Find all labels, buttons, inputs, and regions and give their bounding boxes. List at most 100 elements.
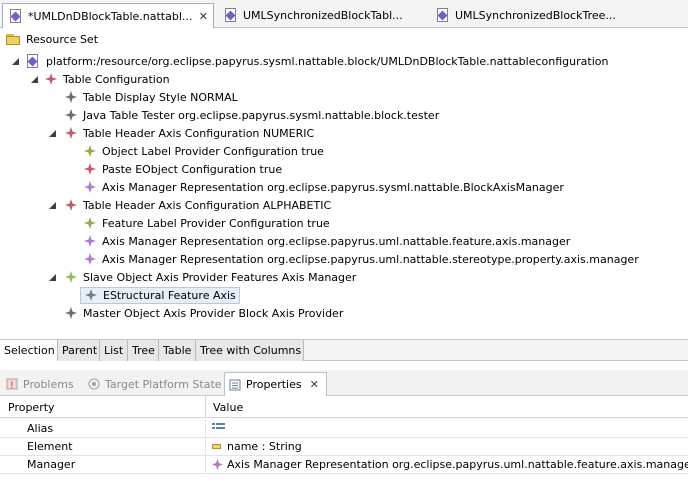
- tree-row-header-axis-alphabetic[interactable]: Table Header Axis Configuration ALPHABET…: [48, 196, 331, 214]
- column-header-label: Value: [213, 400, 244, 414]
- property-value-text: Axis Manager Representation org.eclipse.…: [227, 458, 688, 471]
- tree-item-label: Table Header Axis Configuration NUMERIC: [83, 126, 315, 140]
- tree-row-root[interactable]: platform:/resource/org.eclipse.papyrus.s…: [11, 52, 608, 70]
- view-tab-label: Problems: [23, 377, 74, 391]
- tree-item-label: Java Table Tester org.eclipse.papyrus.sy…: [83, 108, 440, 122]
- property-key: Manager: [27, 458, 76, 471]
- tree-item-label: Slave Object Axis Provider Features Axis…: [83, 270, 357, 284]
- folder-icon: [6, 33, 20, 45]
- expanded-twistie-icon[interactable]: [11, 57, 20, 66]
- properties-header: Property Value: [0, 396, 688, 418]
- tree-row-paste-eobject[interactable]: Paste EObject Configuration true: [84, 160, 282, 178]
- tree-row-master-object-axis-provider[interactable]: Master Object Axis Provider Block Axis P…: [65, 304, 343, 322]
- tree-row-table-configuration[interactable]: Table Configuration: [30, 70, 170, 88]
- tab-label: Tree with Columns: [200, 344, 302, 357]
- tab-label: Selection: [4, 343, 55, 357]
- view-tab-target-platform-state[interactable]: Target Platform State: [88, 372, 222, 396]
- tab-label: List: [104, 344, 124, 357]
- tree-row-axis-manager-stereotype[interactable]: Axis Manager Representation org.eclipse.…: [84, 250, 639, 268]
- tree-item-label: Table Configuration: [63, 72, 170, 86]
- expanded-twistie-icon[interactable]: [48, 201, 57, 210]
- tree-item-label: Table Header Axis Configuration ALPHABET…: [83, 198, 332, 212]
- paste-configuration-icon: [84, 163, 96, 175]
- target-platform-icon: [88, 378, 100, 390]
- view-tab-bar: ! Problems Target Platform State Propert…: [0, 370, 688, 396]
- view-tab-properties[interactable]: Properties ✕: [224, 372, 327, 396]
- tab-list[interactable]: List: [100, 340, 128, 361]
- feature-axis-icon: [85, 289, 97, 301]
- column-header-property[interactable]: Property: [8, 396, 205, 418]
- tree-item-label: Axis Manager Representation org.eclipse.…: [102, 234, 571, 248]
- axis-manager-icon: [84, 253, 96, 265]
- resource-set-header: Resource Set: [0, 28, 688, 50]
- resource-set-label: Resource Set: [26, 32, 99, 46]
- axis-configuration-icon: [65, 199, 77, 211]
- axis-provider-icon: [65, 307, 77, 319]
- editor-tab-umldndblocktable[interactable]: *UMLDnDBlockTable.nattabl... ✕: [2, 3, 214, 28]
- editor-tab-umlsynchronizedblocktree[interactable]: UMLSynchronizedBlockTree...: [430, 3, 630, 28]
- tree-item-label: Table Display Style NORMAL: [83, 90, 238, 104]
- attribute-icon: [212, 443, 221, 449]
- axis-configuration-icon: [65, 127, 77, 139]
- editor-tab-label: UMLSynchronizedBlockTabl...: [243, 9, 403, 22]
- resource-tree: platform:/resource/org.eclipse.papyrus.s…: [0, 51, 688, 339]
- column-header-value[interactable]: Value: [205, 396, 688, 418]
- expanded-twistie-icon[interactable]: [30, 75, 39, 84]
- nattable-file-icon: [436, 8, 450, 23]
- editor-tab-label: UMLSynchronizedBlockTree...: [455, 9, 616, 22]
- tree-row-object-label-provider[interactable]: Object Label Provider Configuration true: [84, 142, 324, 160]
- close-icon[interactable]: ✕: [310, 378, 319, 391]
- svg-text:!: !: [10, 381, 14, 390]
- axis-manager-icon: [84, 235, 96, 247]
- tab-tree[interactable]: Tree: [128, 340, 159, 361]
- element-icon: [65, 109, 77, 121]
- editor-tab-umlsynchronizedblocktable[interactable]: UMLSynchronizedBlockTabl...: [218, 3, 418, 28]
- tab-parent[interactable]: Parent: [58, 340, 100, 361]
- editor-tab-bar: *UMLDnDBlockTable.nattabl... ✕ UMLSynchr…: [0, 0, 688, 28]
- tree-row-java-table-tester[interactable]: Java Table Tester org.eclipse.papyrus.sy…: [65, 106, 439, 124]
- tab-label: Parent: [62, 344, 98, 357]
- selection-highlight: EStructural Feature Axis: [80, 286, 240, 304]
- tree-row-axis-manager-feature[interactable]: Axis Manager Representation org.eclipse.…: [84, 232, 570, 250]
- property-value[interactable]: Axis Manager Representation org.eclipse.…: [212, 458, 688, 471]
- list-icon: [212, 423, 225, 429]
- property-row-manager[interactable]: Manager Axis Manager Representation org.…: [0, 456, 688, 474]
- property-value[interactable]: [212, 422, 226, 432]
- tree-row-feature-label-provider[interactable]: Feature Label Provider Configuration tru…: [84, 214, 330, 232]
- expanded-twistie-icon[interactable]: [48, 129, 57, 138]
- property-key: Element: [27, 440, 73, 453]
- view-tab-label: Target Platform State: [105, 377, 222, 391]
- expanded-twistie-icon[interactable]: [48, 273, 57, 282]
- tab-label: Table: [163, 344, 192, 357]
- label-provider-icon: [84, 145, 96, 157]
- problems-icon: !: [6, 378, 18, 390]
- tree-row-axis-manager-block[interactable]: Axis Manager Representation org.eclipse.…: [84, 178, 564, 196]
- tree-item-label: Object Label Provider Configuration true: [102, 144, 324, 158]
- tree-row-estructural-feature-axis[interactable]: EStructural Feature Axis: [80, 286, 240, 304]
- tab-label: Tree: [132, 344, 155, 357]
- view-tab-label: Properties: [246, 378, 302, 391]
- tab-selection[interactable]: Selection: [0, 340, 58, 361]
- tree-row-table-display-style[interactable]: Table Display Style NORMAL: [65, 88, 238, 106]
- property-row-element[interactable]: Element name : String: [0, 438, 688, 456]
- tab-table[interactable]: Table: [159, 340, 196, 361]
- properties-icon: [229, 379, 241, 390]
- label-provider-icon: [84, 217, 96, 229]
- tree-item-label: Master Object Axis Provider Block Axis P…: [83, 306, 344, 320]
- editor-tab-label: *UMLDnDBlockTable.nattabl...: [28, 9, 193, 23]
- tree-item-label: platform:/resource/org.eclipse.papyrus.s…: [46, 54, 609, 68]
- table-configuration-icon: [45, 73, 57, 85]
- axis-manager-icon: [212, 459, 223, 470]
- view-tab-problems[interactable]: ! Problems: [6, 372, 74, 396]
- tab-tree-with-columns[interactable]: Tree with Columns: [196, 340, 304, 361]
- tree-row-header-axis-numeric[interactable]: Table Header Axis Configuration NUMERIC: [48, 124, 314, 142]
- tree-item-label: EStructural Feature Axis: [103, 288, 236, 302]
- nattable-file-icon: [26, 53, 40, 69]
- tree-item-label: Paste EObject Configuration true: [102, 162, 283, 176]
- editor-page-tab-bar: Selection Parent List Tree Table Tree wi…: [0, 339, 688, 361]
- tree-item-label: Axis Manager Representation org.eclipse.…: [102, 180, 564, 194]
- close-icon[interactable]: ✕: [199, 10, 208, 23]
- property-value[interactable]: name : String: [212, 440, 302, 453]
- property-row-alias[interactable]: Alias: [0, 420, 688, 438]
- tree-row-slave-object-axis-provider[interactable]: Slave Object Axis Provider Features Axis…: [48, 268, 356, 286]
